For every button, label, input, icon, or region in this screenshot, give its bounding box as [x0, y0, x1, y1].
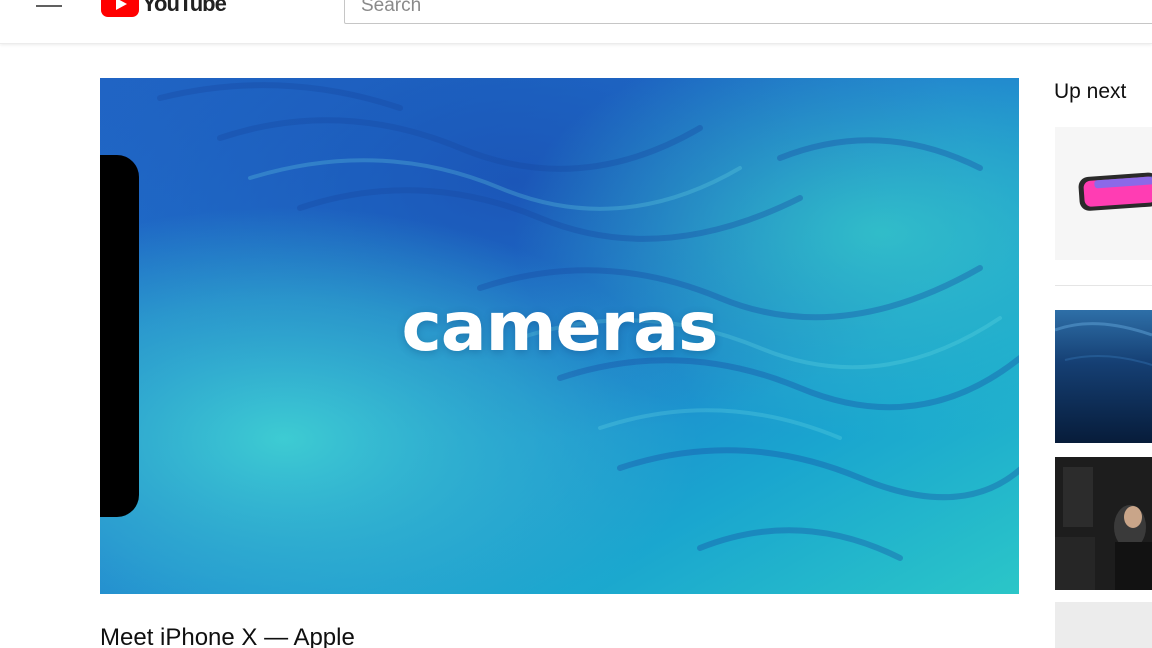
youtube-watch-page: YouTube Search cameras Meet iPhone X — A… [0, 0, 1152, 648]
up-next-thumbnail[interactable] [1055, 602, 1152, 648]
search-input[interactable] [344, 0, 1152, 24]
video-title: Meet iPhone X — Apple [100, 624, 355, 648]
logo-text: YouTube [142, 0, 227, 16]
youtube-logo-icon [101, 0, 139, 17]
up-next-thumbnail[interactable] [1055, 457, 1152, 590]
hamburger-menu-icon-line [36, 5, 62, 7]
up-next-label: Up next [1054, 80, 1127, 103]
menu-button[interactable] [34, 0, 66, 18]
masthead: YouTube [0, 0, 1152, 44]
up-next-thumbnail[interactable] [1055, 310, 1152, 443]
iphone-thumbnail-image [1055, 127, 1152, 260]
person-thumbnail-image [1055, 457, 1152, 590]
video-player[interactable]: cameras [100, 78, 1019, 594]
underwater-thumbnail-image [1055, 310, 1152, 443]
sidebar-divider [1055, 285, 1152, 286]
up-next-thumbnail[interactable] [1055, 127, 1152, 260]
video-overlay-text: cameras [401, 288, 718, 367]
youtube-logo[interactable]: YouTube [101, 0, 227, 18]
